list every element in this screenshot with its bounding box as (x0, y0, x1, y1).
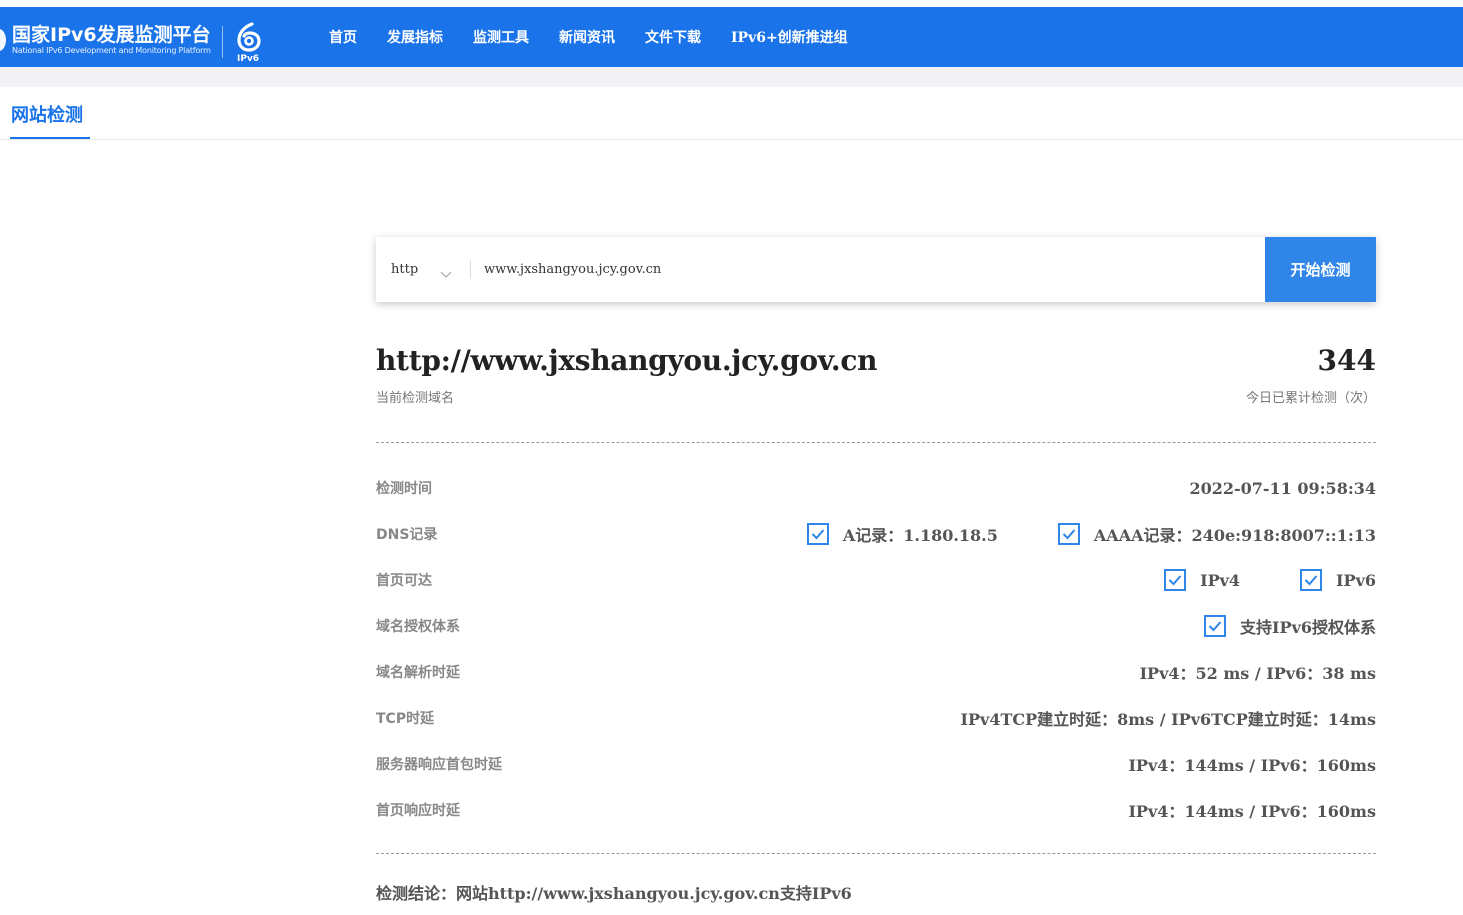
checkbox-checked-icon (1300, 569, 1323, 591)
reach-ipv4: IPv4 (1164, 569, 1240, 591)
nav-indicators[interactable]: 发展指标 (387, 27, 443, 47)
checked-domain-caption: 当前检测域名 (376, 391, 455, 406)
checked-domain: http://www.jxshangyou.jcy.gov.cn (376, 344, 878, 377)
row-label: TCP时延 (376, 711, 435, 727)
globe-logo-icon (0, 29, 6, 51)
nav-downloads[interactable]: 文件下载 (645, 27, 701, 47)
search-bar: http 开始检测 (376, 237, 1376, 302)
start-check-button[interactable]: 开始检测 (1265, 237, 1376, 302)
row-label: DNS记录 (376, 527, 438, 543)
protocol-select[interactable]: http (391, 237, 418, 302)
row-label: 域名授权体系 (376, 619, 460, 635)
row-label: 首页响应时延 (376, 803, 460, 819)
protocol-select-value: http (391, 262, 419, 277)
dns-aaaa-record: AAAA记录：240e:918:8007::1:13 (1057, 522, 1376, 546)
row-value: IPv4：144ms / IPv6：160ms (1128, 802, 1376, 821)
row-server-first-packet: 服务器响应首包时延 IPv4：144ms / IPv6：160ms (376, 751, 1376, 777)
ipv6-logo-text: IPv6 (237, 54, 260, 64)
row-label: 检测时间 (376, 481, 432, 497)
row-value: IPv4：52 ms / IPv6：38 ms (1139, 664, 1376, 683)
nav-ipv6-plus[interactable]: IPv6+创新推进组 (731, 27, 848, 47)
row-value: IPv4TCP建立时延：8ms / IPv6TCP建立时延：14ms (960, 710, 1377, 729)
logo-divider (222, 26, 223, 58)
nav-news[interactable]: 新闻资讯 (559, 27, 615, 47)
search-divider (470, 260, 471, 279)
row-label: 域名解析时延 (376, 665, 460, 681)
today-check-count: 344 (1317, 344, 1376, 377)
tab-website-check[interactable]: 网站检测 (11, 101, 83, 127)
row-dns: DNS记录 A记录：1.180.18.5 AAAA记录：240e:918:800… (376, 521, 1376, 547)
row-value: IPv4 IPv6 (1164, 569, 1376, 591)
tab-divider (0, 139, 1463, 140)
row-label: 首页可达 (376, 573, 432, 589)
row-homepage-reachable: 首页可达 IPv4 IPv6 (376, 567, 1376, 593)
main-nav: 首页 发展指标 监测工具 新闻资讯 文件下载 IPv6+创新推进组 (329, 7, 878, 67)
row-domain-auth: 域名授权体系 支持IPv6授权体系 (376, 613, 1376, 639)
row-tcp-latency: TCP时延 IPv4TCP建立时延：8ms / IPv6TCP建立时延：14ms (376, 705, 1376, 731)
row-check-time: 检测时间 2022-07-11 09:58:34 (376, 475, 1376, 501)
row-value: 2022-07-11 09:58:34 (1189, 478, 1376, 498)
chevron-down-icon[interactable] (440, 264, 452, 278)
row-value: 支持IPv6授权体系 (1204, 614, 1376, 638)
auth-ipv6-support: 支持IPv6授权体系 (1204, 614, 1376, 638)
reach-ipv6: IPv6 (1300, 569, 1376, 591)
row-value: IPv4：144ms / IPv6：160ms (1128, 756, 1376, 775)
checkbox-checked-icon (1057, 523, 1080, 545)
row-value: A记录：1.180.18.5 AAAA记录：240e:918:8007::1:1… (806, 522, 1376, 546)
dashed-divider-bottom (376, 853, 1376, 854)
nav-monitor-tools[interactable]: 监测工具 (473, 27, 529, 47)
platform-logo-subtitle: National IPv6 Development and Monitoring… (12, 46, 211, 55)
header-strip (0, 67, 1463, 87)
today-check-count-caption: 今日已累计检测（次） (1245, 391, 1376, 406)
platform-logo-title[interactable]: 国家IPv6发展监测平台 (12, 20, 211, 47)
dns-a-record: A记录：1.180.18.5 (806, 522, 998, 546)
url-input[interactable] (484, 253, 1254, 286)
dashed-divider-top (376, 442, 1376, 443)
checkbox-checked-icon (1164, 569, 1187, 591)
row-label: 服务器响应首包时延 (376, 757, 502, 773)
checkbox-checked-icon (1204, 615, 1227, 637)
row-dns-latency: 域名解析时延 IPv4：52 ms / IPv6：38 ms (376, 659, 1376, 685)
nav-home[interactable]: 首页 (329, 27, 357, 47)
row-homepage-latency: 首页响应时延 IPv4：144ms / IPv6：160ms (376, 797, 1376, 823)
checkbox-checked-icon (806, 523, 829, 545)
check-conclusion: 检测结论：网站http://www.jxshangyou.jcy.gov.cn支… (376, 884, 852, 903)
